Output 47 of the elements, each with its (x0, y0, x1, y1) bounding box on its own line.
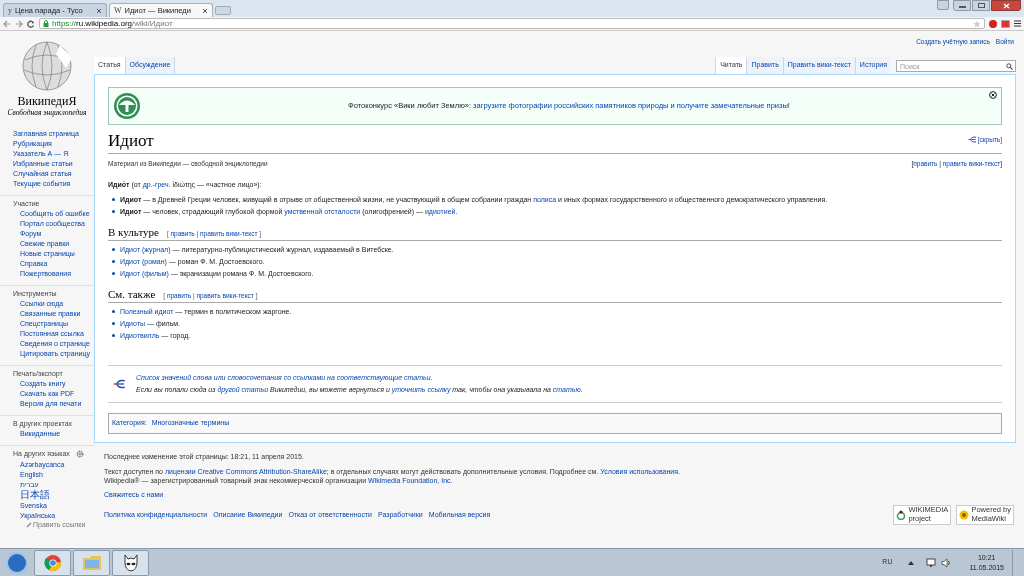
bullet-icon (112, 198, 115, 202)
menu-icon[interactable] (1014, 20, 1021, 27)
maximize-icon (977, 3, 985, 8)
globe-logo-icon (20, 40, 74, 92)
extension-icon[interactable] (1001, 19, 1010, 28)
disambiguation-icon (967, 136, 977, 144)
bullet-icon (112, 272, 115, 276)
reload-icon[interactable] (27, 19, 35, 28)
chrome-taskbar-icon[interactable] (34, 549, 71, 576)
speaker-icon[interactable] (941, 557, 952, 568)
close-icon[interactable] (202, 7, 208, 14)
address-field[interactable]: https://ru.wikipedia.org/wiki/Идиот (39, 18, 985, 29)
caret-icon[interactable] (908, 560, 915, 565)
close-icon (1002, 2, 1010, 9)
lock-icon (43, 20, 49, 27)
bullet-icon (112, 310, 115, 314)
logo-title: ВикипедиЯ (17, 95, 77, 108)
section-heading: В культуре (108, 226, 159, 240)
section-heading: См. также (108, 288, 156, 302)
bullet-icon (112, 248, 115, 252)
search-icon[interactable] (1006, 62, 1013, 70)
bullet-icon (112, 334, 115, 338)
minimize-button[interactable] (953, 0, 971, 11)
star-icon[interactable] (973, 19, 981, 28)
settings-icon[interactable] (76, 450, 84, 458)
language-link[interactable]: 日本語 (20, 489, 90, 500)
bullet-icon (112, 322, 115, 326)
network-icon[interactable] (926, 557, 937, 568)
bullet-icon (112, 260, 115, 264)
url-text: https://ru.wikipedia.org/wiki/Идиот (52, 17, 173, 30)
close-icon[interactable] (989, 91, 997, 99)
disambiguation-icon (113, 379, 126, 390)
close-button[interactable] (991, 0, 1021, 11)
pencil-icon (26, 521, 32, 528)
tab-favicon: W (114, 4, 122, 17)
minimize-icon (958, 6, 966, 8)
bullet-icon (112, 210, 115, 214)
back-icon[interactable] (3, 19, 11, 28)
wikimedia-logo-icon (896, 509, 907, 520)
forward-icon[interactable] (15, 19, 23, 28)
tab-favicon: y (8, 4, 12, 17)
tree-logo-icon (113, 92, 141, 120)
page-title: Идиот (108, 131, 154, 151)
sunflower-icon (959, 509, 970, 520)
alien-taskbar-icon[interactable] (112, 549, 149, 576)
adblock-icon[interactable] (989, 19, 997, 28)
maximize-button[interactable] (972, 0, 990, 11)
